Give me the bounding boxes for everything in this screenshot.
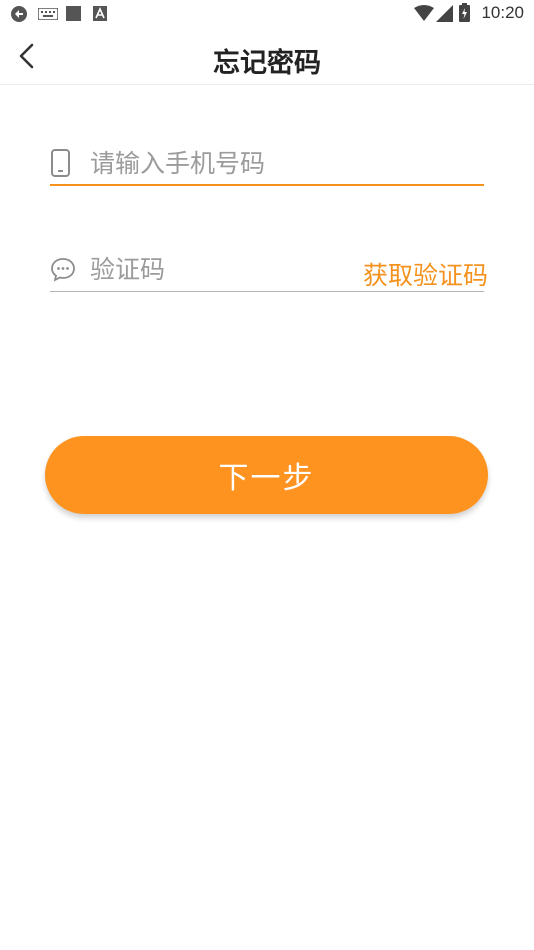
verification-code-input[interactable] — [90, 252, 330, 286]
status-time: 10:20 — [481, 3, 524, 22]
next-button[interactable]: 下一步 — [45, 436, 488, 514]
phone-icon — [51, 149, 70, 177]
square-notification-icon — [66, 6, 81, 21]
phone-field — [50, 142, 484, 186]
app-bar: 忘记密码 — [0, 28, 534, 85]
sync-icon — [11, 6, 27, 22]
keyboard-icon — [38, 8, 58, 20]
get-code-button[interactable]: 获取验证码 — [363, 256, 488, 292]
status-bar: 10:20 — [0, 0, 534, 28]
phone-input[interactable] — [90, 146, 390, 180]
verification-code-field: 获取验证码 — [50, 248, 488, 292]
signal-icon — [436, 5, 453, 22]
wifi-icon — [414, 5, 434, 21]
chat-bubble-icon — [51, 258, 75, 282]
next-button-label: 下一步 — [218, 461, 315, 496]
a-notification-icon — [93, 6, 107, 21]
page-title: 忘记密码 — [213, 48, 321, 79]
battery-icon — [459, 3, 470, 22]
